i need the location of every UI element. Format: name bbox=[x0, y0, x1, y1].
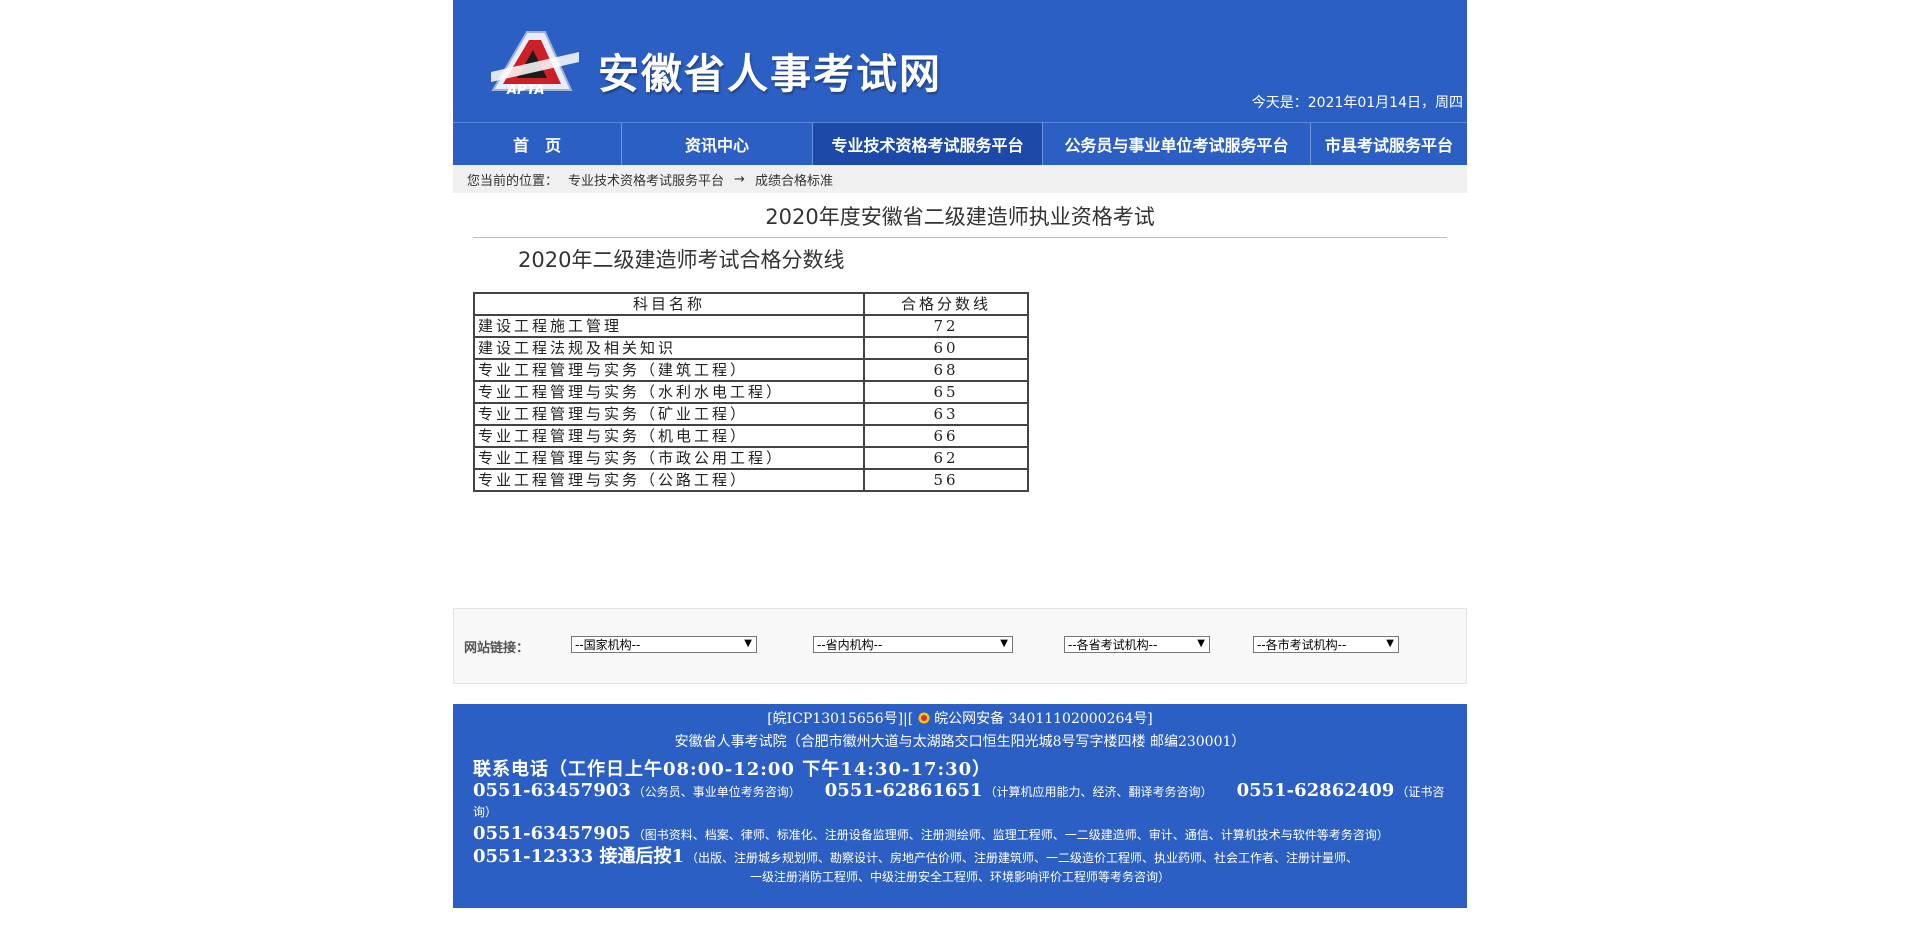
select-value: --省内机构-- bbox=[817, 638, 883, 652]
dropdown-arrow-icon: ▼ bbox=[744, 638, 752, 649]
contact-line-3: 0551-12333 接通后按1 （出版、注册城乡规划师、勘察设计、房地产估价师、… bbox=[473, 847, 1459, 868]
nav-civil-service-platform[interactable]: 公务员与事业单位考试服务平台 bbox=[1043, 123, 1311, 165]
column-header-subject: 科目名称 bbox=[473, 292, 865, 316]
subject-name: 建设工程法规及相关知识 bbox=[473, 336, 865, 360]
police-badge-icon bbox=[918, 712, 930, 724]
phone-number: 0551-62862409 bbox=[1236, 780, 1395, 801]
logo-text: APTA bbox=[506, 83, 545, 96]
nav-news-center[interactable]: 资讯中心 bbox=[622, 123, 813, 165]
article-subtitle: 2020年二级建造师考试合格分数线 bbox=[518, 248, 845, 272]
select-value: --各省考试机构-- bbox=[1068, 638, 1158, 652]
table-row: 专业工程管理与实务（机电工程） 66 bbox=[473, 424, 1029, 448]
subject-name: 建设工程施工管理 bbox=[473, 314, 865, 338]
dropdown-arrow-icon: ▼ bbox=[1386, 638, 1394, 649]
select-province-exam-agencies[interactable]: --各省考试机构-- ▼ bbox=[1064, 636, 1210, 653]
breadcrumb-link-platform[interactable]: 专业技术资格考试服务平台 bbox=[568, 170, 724, 189]
phone-number: 0551-63457905 bbox=[473, 823, 631, 844]
breadcrumb-arrow-icon: → bbox=[734, 171, 745, 187]
pass-score: 66 bbox=[863, 424, 1029, 448]
table-row: 专业工程管理与实务（水利水电工程） 65 bbox=[473, 380, 1029, 404]
breadcrumb-prefix: 您当前的位置： bbox=[467, 173, 559, 189]
phone-description: （计算机应用能力、经济、翻译考务咨询） bbox=[984, 785, 1213, 799]
footer-registration: [皖ICP13015656号]|[ 皖公网安备 34011102000264号] bbox=[453, 704, 1467, 728]
phone-number: 0551-12333 接通后按1 bbox=[473, 846, 684, 867]
select-value: --国家机构-- bbox=[575, 638, 641, 652]
subject-name: 专业工程管理与实务（市政公用工程） bbox=[473, 446, 865, 470]
nav-city-county-platform[interactable]: 市县考试服务平台 bbox=[1311, 123, 1467, 165]
table-row: 专业工程管理与实务（市政公用工程） 62 bbox=[473, 446, 1029, 470]
pass-score: 60 bbox=[863, 336, 1029, 360]
police-registration-link[interactable]: 皖公网安备 34011102000264号] bbox=[934, 711, 1153, 727]
phone-description: （图书资料、档案、律师、标准化、注册设备监理师、注册测绘师、监理工程师、一二级建… bbox=[632, 828, 1389, 842]
main-nav: 首 页 资讯中心 专业技术资格考试服务平台 公务员与事业单位考试服务平台 市县考… bbox=[453, 122, 1467, 165]
subject-name: 专业工程管理与实务（机电工程） bbox=[473, 424, 865, 448]
phone-description: （出版、注册城乡规划师、勘察设计、房地产估价师、注册建筑师、一二级造价工程师、执… bbox=[685, 851, 1358, 865]
table-row: 专业工程管理与实务（矿业工程） 63 bbox=[473, 402, 1029, 426]
site-title: 安徽省人事考试网 bbox=[598, 50, 942, 98]
select-provincial-agencies[interactable]: --省内机构-- ▼ bbox=[813, 636, 1013, 653]
score-table: 科目名称 合格分数线 建设工程施工管理 72 建设工程法规及相关知识 60 专业工程… bbox=[473, 292, 1029, 492]
phone-number: 0551-63457903 bbox=[473, 780, 631, 801]
site-links-label: 网站链接： bbox=[464, 641, 530, 656]
site-links-bar: 网站链接： --国家机构-- ▼ --省内机构-- ▼ --各省考试机构-- ▼… bbox=[453, 608, 1467, 684]
page-container: APTA 安徽省人事考试网 今天是：2021年01月14日，周四 首 页 资讯中… bbox=[453, 0, 1467, 908]
icp-link[interactable]: [皖ICP13015656号]|[ bbox=[767, 711, 913, 727]
pass-score: 68 bbox=[863, 358, 1029, 382]
phone-description: （公务员、事业单位考务咨询） bbox=[632, 785, 801, 799]
title-divider bbox=[473, 237, 1447, 238]
table-row: 建设工程施工管理 72 bbox=[473, 314, 1029, 338]
select-value: --各市考试机构-- bbox=[1257, 638, 1347, 652]
table-row: 专业工程管理与实务（公路工程） 56 bbox=[473, 468, 1029, 492]
article-title: 2020年度安徽省二级建造师执业资格考试 bbox=[765, 205, 1155, 229]
pass-score: 62 bbox=[863, 446, 1029, 470]
table-header-row: 科目名称 合格分数线 bbox=[473, 292, 1029, 316]
select-city-exam-agencies[interactable]: --各市考试机构-- ▼ bbox=[1253, 636, 1399, 653]
site-header: APTA 安徽省人事考试网 今天是：2021年01月14日，周四 bbox=[453, 0, 1467, 122]
contact-heading: 联系电话（工作日上午08:00-12:00 下午14:30-17:30） bbox=[473, 759, 992, 780]
pass-score: 56 bbox=[863, 468, 1029, 492]
contact-line-1: 0551-63457903 （公务员、事业单位考务咨询） 0551-62861651… bbox=[473, 781, 1459, 822]
column-header-score: 合格分数线 bbox=[863, 292, 1029, 316]
select-national-agencies[interactable]: --国家机构-- ▼ bbox=[571, 636, 757, 653]
contact-line-2: 0551-63457905 （图书资料、档案、律师、标准化、注册设备监理师、注册测… bbox=[473, 824, 1459, 845]
subject-name: 专业工程管理与实务（矿业工程） bbox=[473, 402, 865, 426]
footer-address: 安徽省人事考试院（合肥市徽州大道与太湖路交口恒生阳光城8号写字楼四楼 邮编230… bbox=[674, 734, 1246, 750]
dropdown-arrow-icon: ▼ bbox=[1000, 638, 1008, 649]
table-row: 专业工程管理与实务（建筑工程） 68 bbox=[473, 358, 1029, 382]
breadcrumb: 您当前的位置： 专业技术资格考试服务平台 → 成绩合格标准 bbox=[453, 165, 1467, 193]
pass-score: 72 bbox=[863, 314, 1029, 338]
site-footer: [皖ICP13015656号]|[ 皖公网安备 34011102000264号]… bbox=[453, 704, 1467, 908]
subject-name: 专业工程管理与实务（建筑工程） bbox=[473, 358, 865, 382]
nav-home[interactable]: 首 页 bbox=[453, 123, 622, 165]
nav-professional-platform[interactable]: 专业技术资格考试服务平台 bbox=[813, 123, 1043, 165]
current-date: 今天是：2021年01月14日，周四 bbox=[1251, 95, 1463, 111]
apta-logo[interactable]: APTA bbox=[485, 28, 585, 96]
table-row: 建设工程法规及相关知识 60 bbox=[473, 336, 1029, 360]
dropdown-arrow-icon: ▼ bbox=[1197, 638, 1205, 649]
subject-name: 专业工程管理与实务（水利水电工程） bbox=[473, 380, 865, 404]
pass-score: 65 bbox=[863, 380, 1029, 404]
pass-score: 63 bbox=[863, 402, 1029, 426]
phone-number: 0551-62861651 bbox=[824, 780, 983, 801]
breadcrumb-current[interactable]: 成绩合格标准 bbox=[755, 170, 833, 189]
contact-line-3-continued: 一级注册消防工程师、中级注册安全工程师、环境影响评价工程师等考务咨询） bbox=[749, 870, 1170, 884]
subject-name: 专业工程管理与实务（公路工程） bbox=[473, 468, 865, 492]
